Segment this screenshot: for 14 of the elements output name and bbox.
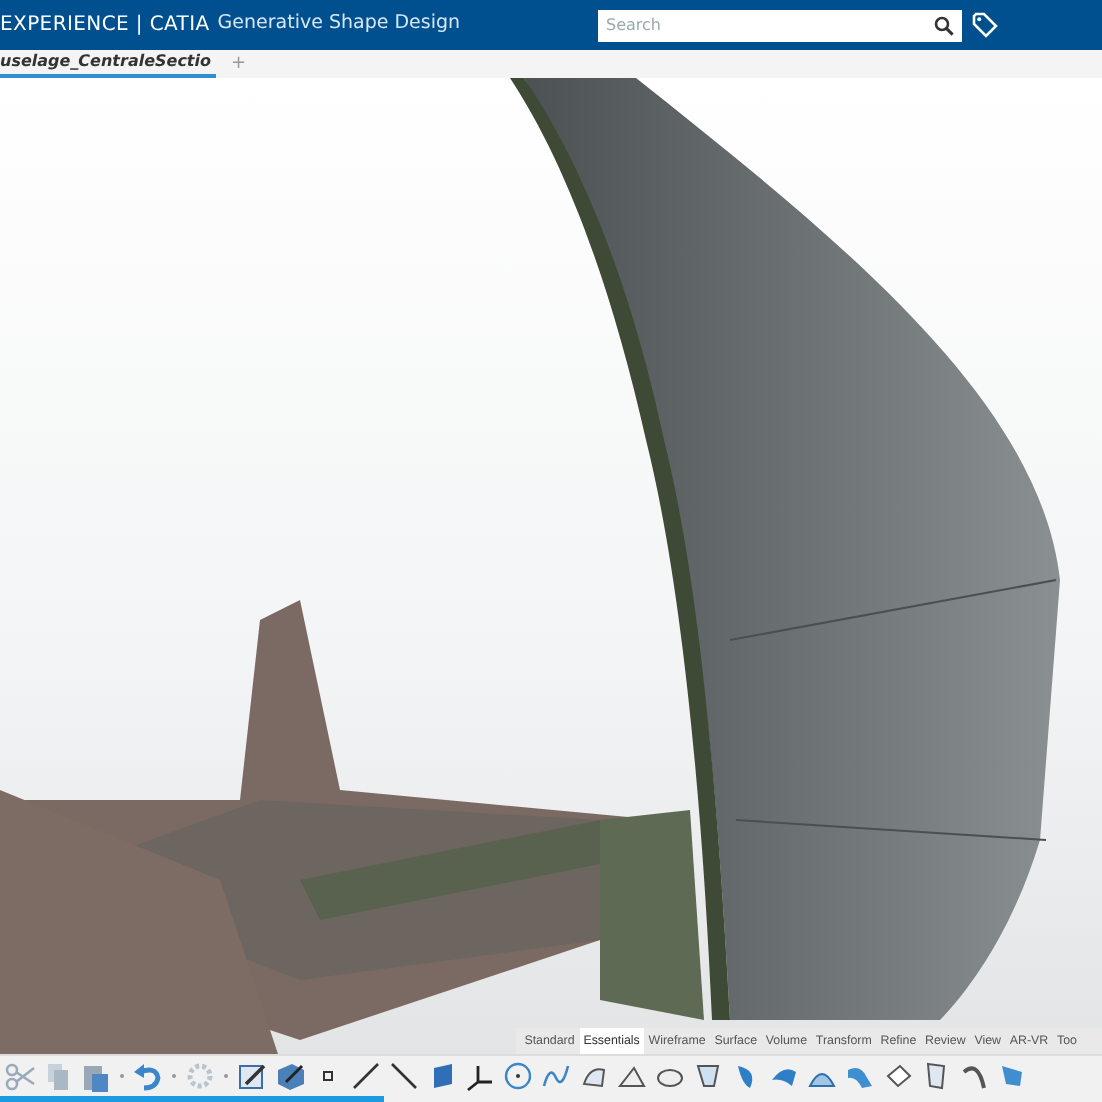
line-icon[interactable]	[350, 1060, 382, 1092]
clipboard-icon[interactable]	[80, 1060, 112, 1092]
workbench-name: Generative Shape Design	[217, 10, 461, 39]
line-icon[interactable]	[388, 1060, 420, 1092]
fuselage-model-drawing[interactable]	[0, 78, 1060, 1054]
app-title: EXPERIENCE | CATIA	[0, 12, 210, 40]
search-icon[interactable]	[934, 15, 954, 35]
undo-icon[interactable]	[132, 1060, 164, 1092]
sketch-icon[interactable]	[236, 1060, 268, 1092]
search-field[interactable]: Search	[598, 9, 962, 41]
tag-icon[interactable]	[972, 12, 998, 38]
axis-icon[interactable]	[464, 1060, 496, 1092]
sketch-plane-icon[interactable]	[274, 1060, 306, 1092]
spline-icon[interactable]	[540, 1060, 572, 1092]
